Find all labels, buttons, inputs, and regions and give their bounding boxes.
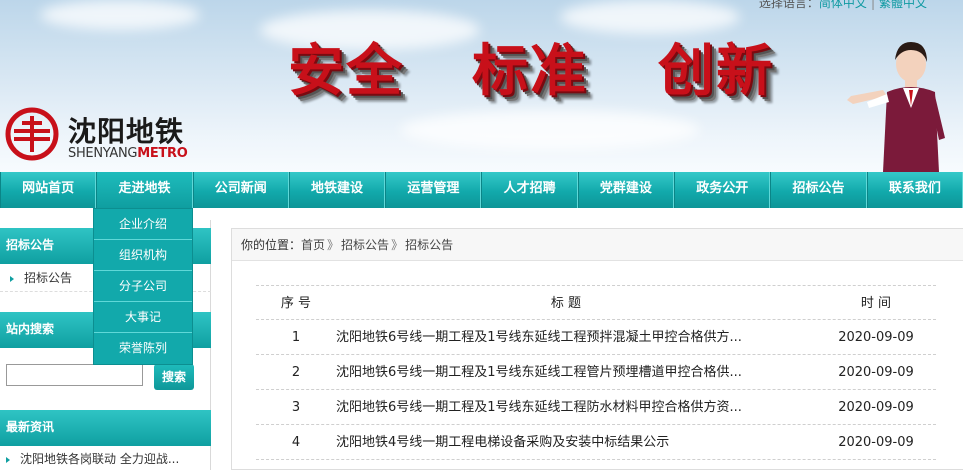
bullet-arrow-icon — [6, 456, 10, 463]
hostess-figure-icon — [847, 42, 945, 172]
site-search-input[interactable] — [6, 364, 143, 386]
language-label: 选择语言： — [758, 0, 819, 10]
nav-tender-notice[interactable]: 招标公告 — [770, 172, 867, 208]
breadcrumb: 你的位置：首页》招标公告》招标公告 — [232, 229, 963, 261]
slogan-standard: 标准 — [472, 38, 588, 104]
nav-recruitment[interactable]: 人才招聘 — [481, 172, 578, 208]
about-metro-dropdown: 企业介绍 组织机构 分子公司 大事记 荣誉陈列 — [93, 208, 193, 365]
row-time: 2020-09-09 — [838, 365, 914, 380]
tender-table: 序 号 标 题 时 间 1 沈阳地铁6号线一期工程及1号线东延线工程预拌混凝土甲… — [256, 285, 936, 460]
lang-separator: | — [870, 0, 875, 10]
logo-en-suffix: METRO — [137, 146, 188, 161]
breadcrumb-separator: 》 — [391, 238, 404, 252]
nav-home[interactable]: 网站首页 — [0, 172, 97, 208]
row-title-link[interactable]: 沈阳地铁6号线一期工程及1号线东延线工程防水材料甲控合格供方资... — [336, 390, 796, 425]
site-logo[interactable]: 沈阳地铁 SHENYANGMETRO — [4, 106, 214, 166]
row-time: 2020-09-09 — [838, 435, 914, 450]
breadcrumb-tender-notice[interactable]: 招标公告 — [341, 238, 389, 252]
main-content: 你的位置：首页》招标公告》招标公告 序 号 标 题 时 间 1 沈阳地铁6号线一… — [231, 228, 963, 470]
dropdown-item-organization[interactable]: 组织机构 — [94, 240, 192, 271]
slogan-safety: 安全 — [288, 38, 404, 104]
dropdown-item-honors[interactable]: 荣誉陈列 — [94, 333, 192, 364]
row-number: 1 — [291, 330, 301, 345]
nav-about-metro[interactable]: 走进地铁 — [96, 172, 193, 208]
row-time: 2020-09-09 — [838, 330, 914, 345]
cloud-decoration — [40, 0, 200, 30]
cloud-decoration — [400, 110, 700, 150]
header-title: 标 题 — [550, 296, 582, 311]
bullet-arrow-icon — [10, 275, 14, 282]
main-nav: 网站首页 走进地铁 公司新闻 地铁建设 运营管理 人才招聘 党群建设 政务公开 … — [0, 172, 963, 208]
logo-en-prefix: SHENYANG — [68, 146, 138, 161]
logo-chinese-name: 沈阳地铁 — [68, 115, 185, 148]
nav-operations[interactable]: 运营管理 — [385, 172, 482, 208]
row-number: 3 — [291, 400, 301, 415]
lang-traditional-link[interactable]: 繁體中文 — [879, 0, 927, 10]
news-item-label: 沈阳地铁各岗联动 全力迎战... — [20, 452, 180, 466]
row-title-link[interactable]: 沈阳地铁6号线一期工程及1号线东延线工程管片预埋槽道甲控合格供... — [336, 355, 796, 390]
dropdown-item-milestones[interactable]: 大事记 — [94, 302, 192, 333]
row-title-link[interactable]: 沈阳地铁4号线一期工程电梯设备采购及安装中标结果公示 — [336, 425, 796, 460]
row-time: 2020-09-09 — [838, 400, 914, 415]
nav-company-news[interactable]: 公司新闻 — [192, 172, 289, 208]
nav-government-affairs[interactable]: 政务公开 — [674, 172, 771, 208]
language-switcher: 选择语言：简体中文 | 繁體中文 — [759, 0, 927, 11]
table-row: 3 沈阳地铁6号线一期工程及1号线东延线工程防水材料甲控合格供方资... 202… — [256, 390, 936, 425]
search-button[interactable]: 搜索 — [154, 364, 194, 390]
row-number: 2 — [291, 365, 301, 380]
dropdown-item-company-intro[interactable]: 企业介绍 — [94, 209, 192, 240]
breadcrumb-separator: 》 — [327, 238, 340, 252]
sidebar-item-label: 招标公告 — [24, 271, 73, 285]
sidebar-heading-latest-news: 最新资讯 — [0, 410, 211, 446]
row-title-link[interactable]: 沈阳地铁6号线一期工程及1号线东延线工程预拌混凝土甲控合格供方... — [336, 320, 796, 355]
nav-party-building[interactable]: 党群建设 — [577, 172, 675, 208]
breadcrumb-home[interactable]: 首页 — [301, 238, 325, 252]
site-header: 选择语言：简体中文 | 繁體中文 安全 标准 创新 沈阳地铁 SHENYANGMET… — [0, 0, 963, 172]
breadcrumb-label: 你的位置： — [241, 238, 302, 252]
nav-metro-construction[interactable]: 地铁建设 — [288, 172, 386, 208]
nav-contact-us[interactable]: 联系我们 — [866, 172, 963, 208]
table-row: 4 沈阳地铁4号线一期工程电梯设备采购及安装中标结果公示 2020-09-09 — [256, 425, 936, 460]
header-number: 序 号 — [280, 296, 312, 311]
lang-simplified-link[interactable]: 简体中文 — [819, 0, 867, 10]
table-header-row: 序 号 标 题 时 间 — [256, 285, 936, 320]
table-row: 2 沈阳地铁6号线一期工程及1号线东延线工程管片预埋槽道甲控合格供... 202… — [256, 355, 936, 390]
table-row: 1 沈阳地铁6号线一期工程及1号线东延线工程预拌混凝土甲控合格供方... 202… — [256, 320, 936, 355]
metro-logo-icon — [5, 107, 59, 161]
logo-english-name: SHENYANGMETRO — [68, 146, 188, 161]
row-number: 4 — [291, 435, 301, 450]
header-time: 时 间 — [860, 296, 892, 311]
dropdown-item-subsidiaries[interactable]: 分子公司 — [94, 271, 192, 302]
latest-news-item[interactable]: 沈阳地铁各岗联动 全力迎战... — [0, 449, 211, 469]
breadcrumb-current: 招标公告 — [405, 238, 454, 252]
slogan-innovation: 创新 — [658, 38, 774, 104]
